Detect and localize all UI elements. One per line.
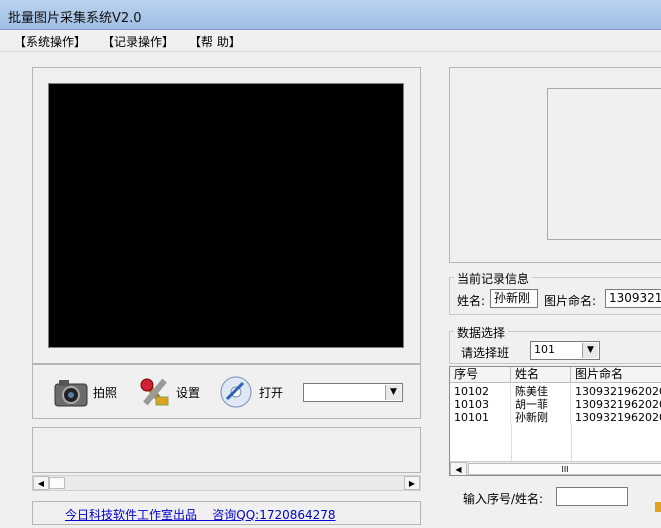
video-panel [32, 67, 421, 364]
toolbar-panel: 拍照 设置 打开 ▼ [32, 364, 421, 419]
class-select[interactable]: 101 ▼ [530, 341, 600, 360]
table-cell[interactable]: 1309321962020100 [571, 411, 661, 424]
open-button[interactable]: 打开 [219, 375, 283, 409]
menu-help[interactable]: 【帮 助】 [189, 33, 241, 50]
menu-record[interactable]: 【记录操作】 [102, 33, 174, 50]
chevron-down-icon[interactable]: ▼ [582, 343, 598, 358]
window-title: 批量图片采集系统V2.0 [8, 11, 142, 26]
menu-bar: 【系统操作】 【记录操作】 【帮 助】 [0, 30, 661, 52]
table-cell[interactable]: 1309321962020100 [571, 385, 661, 398]
class-select-value: 101 [534, 343, 555, 356]
photo-preview [547, 88, 661, 240]
table-scroll-thumb[interactable]: III [468, 463, 661, 475]
tools-icon [140, 378, 169, 406]
camera-icon [54, 380, 88, 407]
table-cell[interactable]: 10101 [450, 411, 511, 424]
name-label: 姓名: [457, 294, 486, 308]
records-table[interactable]: 序号 姓名 图片命名 10102 陈美佳 1309321962020100 10… [449, 366, 661, 476]
column-header-id[interactable]: 序号 [450, 367, 511, 383]
camera-preview [48, 83, 404, 348]
class-label: 请选择班 [461, 346, 510, 360]
footer-link[interactable]: 今日科技软件工作室出品 咨询QQ:1720864278 [65, 506, 336, 523]
name-input[interactable]: 孙新刚 [490, 289, 538, 308]
search-label: 输入序号/姓名: [463, 492, 544, 506]
table-cell[interactable]: 孙新刚 [511, 411, 571, 424]
capture-label: 拍照 [93, 385, 118, 400]
left-horizontal-scrollbar[interactable]: ◀ ▶ [32, 475, 421, 491]
data-select-title: 数据选择 [454, 324, 509, 341]
table-cell[interactable]: 10103 [450, 398, 511, 411]
search-input[interactable] [556, 487, 628, 506]
settings-button[interactable]: 设置 [136, 375, 200, 409]
scroll-right-icon[interactable]: ▶ [404, 476, 420, 490]
chevron-down-icon[interactable]: ▼ [385, 385, 401, 400]
status-panel [32, 427, 421, 473]
device-select[interactable]: ▼ [303, 383, 403, 402]
image-name-label: 图片命名: [544, 294, 597, 308]
table-cell[interactable]: 胡一菲 [511, 398, 571, 411]
scroll-thumb[interactable] [49, 477, 65, 489]
column-header-name[interactable]: 姓名 [511, 367, 571, 383]
table-cell[interactable]: 1309321962020100 [571, 398, 661, 411]
capture-button[interactable]: 拍照 [53, 376, 117, 408]
menu-system[interactable]: 【系统操作】 [14, 33, 86, 50]
open-label: 打开 [259, 385, 284, 400]
scroll-left-icon[interactable]: ◀ [450, 462, 467, 475]
table-cell[interactable]: 陈美佳 [511, 385, 571, 398]
table-cell[interactable]: 10102 [450, 385, 511, 398]
current-record-title: 当前记录信息 [454, 270, 533, 287]
window-titlebar: 批量图片采集系统V2.0 [0, 0, 661, 30]
column-header-image-name[interactable]: 图片命名 [571, 367, 661, 383]
device-select-value [304, 384, 307, 398]
table-horizontal-scrollbar[interactable]: ◀ III [450, 461, 661, 475]
scroll-left-icon[interactable]: ◀ [33, 476, 49, 490]
disc-icon [220, 376, 252, 408]
footer-panel: 今日科技软件工作室出品 咨询QQ:1720864278 [32, 501, 421, 525]
settings-label: 设置 [176, 385, 201, 400]
photo-panel [449, 67, 661, 263]
table-empty-area [450, 424, 661, 461]
clipped-icon [655, 502, 661, 512]
image-name-input[interactable]: 1309321962 [605, 289, 661, 308]
